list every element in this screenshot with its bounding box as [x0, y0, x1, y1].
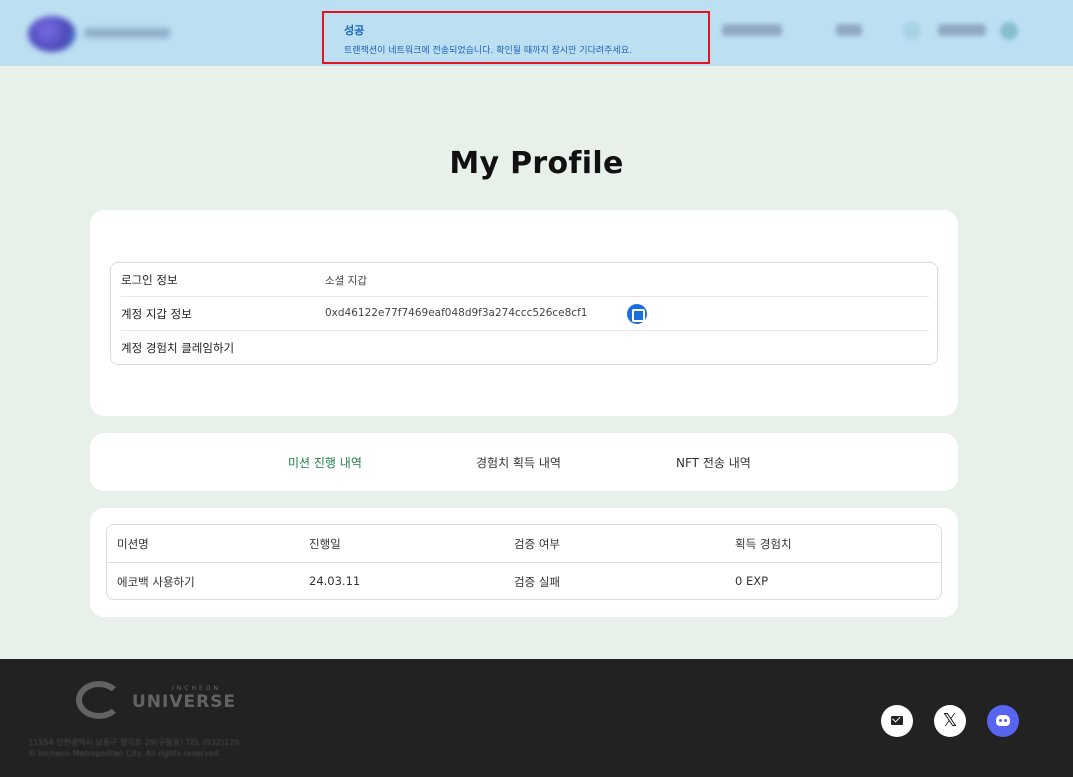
footer: INCHEON UNIVERSE 21554 인천광역시 남동구 정각로 29(…	[0, 659, 1073, 777]
tab-exp-history[interactable]: 경험치 획득 내역	[476, 454, 561, 471]
footer-logo: INCHEON UNIVERSE	[76, 677, 235, 721]
logo-wordmark	[84, 28, 170, 38]
mission-table-card: 미션명 진행일 검증 여부 획득 경험치 에코백 사용하기 24.03.11 검…	[90, 508, 958, 617]
copy-icon[interactable]	[627, 304, 647, 324]
login-info-value: 소셜 지갑	[325, 275, 367, 287]
footer-address: 21554 인천광역시 남동구 정각로 29(구월동) TEL (032)120	[28, 738, 240, 747]
mail-icon[interactable]	[881, 705, 913, 737]
toast-message: 트랜잭션이 네트워크에 전송되었습니다. 확인될 때까지 잠시만 기다려주세요.	[344, 46, 632, 56]
mission-table: 미션명 진행일 검증 여부 획득 경험치 에코백 사용하기 24.03.11 검…	[106, 524, 942, 600]
login-info-row: 로그인 정보 소셜 지갑	[121, 263, 929, 297]
footer-brand-small: INCHEON	[172, 685, 221, 692]
discord-icon[interactable]	[987, 705, 1019, 737]
nav-item-blurred-1[interactable]	[722, 24, 782, 36]
nav-user-blurred[interactable]	[938, 24, 986, 36]
table-row: 에코백 사용하기 24.03.11 검증 실패 0 EXP	[107, 563, 941, 601]
footer-brand-big: UNIVERSE	[132, 692, 237, 712]
toast-title: 성공	[344, 24, 365, 37]
nav-icon-blurred[interactable]	[903, 22, 921, 40]
history-tabs: 미션 진행 내역 경험치 획득 내역 NFT 전송 내역	[90, 433, 958, 491]
nav-item-blurred-2[interactable]	[836, 24, 862, 36]
header-verification: 검증 여부	[514, 537, 560, 551]
footer-logo-mark-icon	[76, 681, 122, 719]
header-logo[interactable]	[28, 10, 178, 54]
x-icon[interactable]: 𝕏	[934, 705, 966, 737]
claim-exp-label[interactable]: 계정 경험치 클레임하기	[121, 340, 234, 356]
cell-date: 24.03.11	[309, 574, 361, 588]
footer-copyright: © Incheon Metropolitan City. All rights …	[28, 749, 222, 758]
cell-mission-name: 에코백 사용하기	[117, 575, 195, 589]
logo-mark-icon	[28, 16, 76, 52]
profile-info-box: 로그인 정보 소셜 지갑 계정 지갑 정보 0xd46122e77f7469ea…	[110, 262, 938, 365]
cell-verification: 검증 실패	[514, 575, 560, 589]
footer-info: 21554 인천광역시 남동구 정각로 29(구월동) TEL (032)120…	[28, 737, 239, 759]
header-date: 진행일	[309, 537, 341, 551]
login-info-label: 로그인 정보	[121, 273, 178, 287]
nav-avatar-blurred[interactable]	[1000, 22, 1018, 40]
claim-exp-row[interactable]: 계정 경험치 클레임하기	[121, 331, 929, 365]
success-toast: 성공 트랜잭션이 네트워크에 전송되었습니다. 확인될 때까지 잠시만 기다려주…	[322, 11, 710, 64]
header-exp: 획득 경험치	[735, 537, 792, 551]
cell-exp: 0 EXP	[735, 574, 769, 588]
tab-nft-history[interactable]: NFT 전송 내역	[676, 454, 751, 471]
profile-card: 로그인 정보 소셜 지갑 계정 지갑 정보 0xd46122e77f7469ea…	[90, 210, 958, 416]
page-title: My Profile	[449, 146, 624, 181]
wallet-info-label: 계정 지갑 정보	[121, 307, 192, 321]
header-mission-name: 미션명	[117, 537, 149, 551]
wallet-address: 0xd46122e77f7469eaf048d9f3a274ccc526ce8c…	[325, 307, 588, 319]
table-header-row: 미션명 진행일 검증 여부 획득 경험치	[107, 525, 941, 563]
tab-mission-history[interactable]: 미션 진행 내역	[288, 454, 362, 471]
wallet-info-row: 계정 지갑 정보 0xd46122e77f7469eaf048d9f3a274c…	[121, 297, 929, 331]
top-header: 성공 트랜잭션이 네트워크에 전송되었습니다. 확인될 때까지 잠시만 기다려주…	[0, 0, 1073, 66]
